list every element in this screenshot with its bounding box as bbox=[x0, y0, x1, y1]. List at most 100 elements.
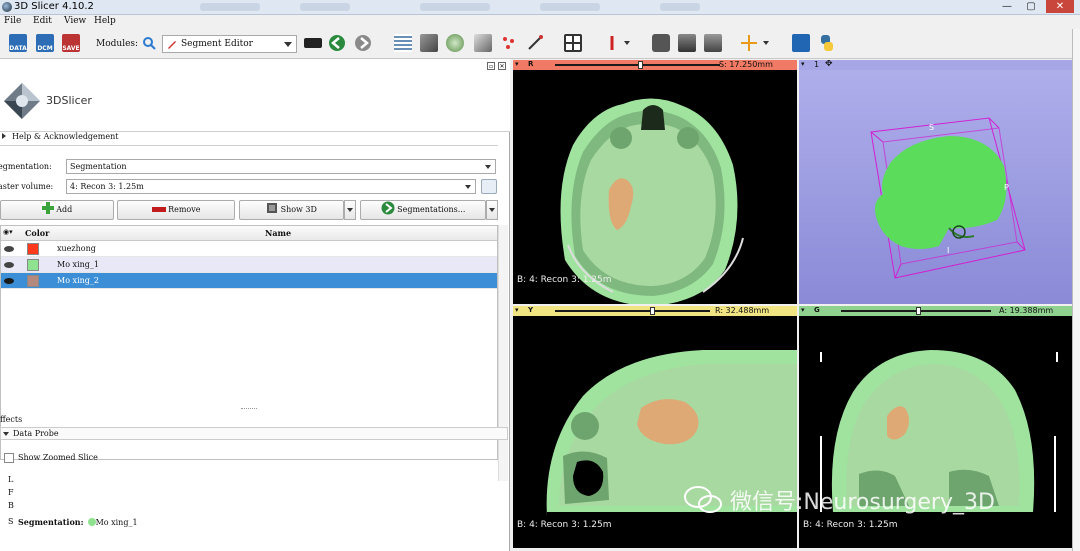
segment-color-swatch[interactable] bbox=[27, 243, 39, 255]
red-slice-controller: ▾ R S: 17.250mm bbox=[513, 60, 797, 70]
menu-bar: File Edit View Help bbox=[0, 15, 1080, 29]
save-icon[interactable]: SAVE bbox=[62, 34, 80, 52]
axis-s-label: S bbox=[929, 123, 934, 132]
red-slider-thumb[interactable] bbox=[638, 61, 643, 69]
modules-dropdown-value: Segment Editor bbox=[181, 39, 253, 49]
yellow-slice-slider[interactable] bbox=[555, 310, 710, 312]
3d-model-render: S P I bbox=[870, 117, 1026, 279]
forward-arrow-icon[interactable] bbox=[354, 34, 372, 52]
segmentations-dropdown[interactable] bbox=[486, 200, 498, 220]
menu-file[interactable]: File bbox=[4, 16, 21, 26]
add-segment-button[interactable]: Add bbox=[0, 200, 114, 220]
models-icon[interactable] bbox=[474, 34, 492, 52]
segmentations-button[interactable]: Segmentations... bbox=[360, 200, 486, 220]
scene-view-icon[interactable] bbox=[678, 34, 696, 52]
name-column-header[interactable]: Name bbox=[265, 228, 291, 238]
layout-icon[interactable] bbox=[564, 34, 582, 52]
logo-area: 3DSlicer ▫ ✕ bbox=[0, 59, 510, 131]
back-arrow-icon[interactable] bbox=[328, 34, 346, 52]
axis-p-label: P bbox=[1004, 183, 1009, 192]
segment-name[interactable]: Mo xing_1 bbox=[57, 260, 99, 269]
menu-help[interactable]: Help bbox=[94, 16, 116, 26]
menu-view[interactable]: View bbox=[64, 16, 86, 26]
data-icon[interactable]: DATA bbox=[9, 34, 27, 52]
center-view-icon[interactable]: ✥ bbox=[825, 60, 833, 69]
transform-icon[interactable] bbox=[526, 34, 544, 52]
table-header: ◉▾ Color Name bbox=[1, 226, 497, 241]
window-title: 3D Slicer 4.10.2 bbox=[14, 1, 94, 12]
segmentation-dropdown-value: Segmentation bbox=[70, 162, 127, 171]
dcm-icon[interactable]: DCM bbox=[36, 34, 54, 52]
table-row-selected[interactable]: Mo xing_2 bbox=[1, 273, 497, 289]
segment-color-swatch[interactable] bbox=[27, 275, 39, 287]
list-icon[interactable] bbox=[394, 34, 412, 52]
screenshot-icon[interactable] bbox=[652, 34, 670, 52]
remove-segment-label: Remove bbox=[168, 205, 201, 214]
modules-dropdown[interactable]: Segment Editor bbox=[162, 35, 297, 53]
yellow-slider-thumb[interactable] bbox=[650, 307, 655, 315]
background-tab bbox=[660, 3, 700, 11]
background-tab bbox=[540, 3, 600, 11]
eye-icon[interactable] bbox=[4, 246, 14, 252]
axial-slice-image bbox=[560, 98, 744, 304]
vertical-scrollbar[interactable] bbox=[498, 225, 508, 481]
remove-segment-button[interactable]: Remove bbox=[117, 200, 235, 220]
module-history-icon[interactable] bbox=[304, 38, 322, 48]
visibility-header-icon[interactable]: ◉▾ bbox=[3, 228, 13, 236]
close-button[interactable]: ✕ bbox=[1046, 0, 1074, 13]
segment-editor-icon bbox=[168, 41, 176, 49]
pin-icon[interactable]: ▾ bbox=[515, 60, 519, 68]
pin-icon[interactable]: ▾ bbox=[801, 60, 805, 68]
segment-name[interactable]: Mo xing_2 bbox=[57, 276, 99, 285]
logo-text: 3DSlicer bbox=[46, 94, 92, 107]
crosshair-mode-icon[interactable] bbox=[604, 34, 630, 52]
brain-icon[interactable] bbox=[446, 34, 464, 52]
help-section[interactable]: Help & Acknowledgement bbox=[0, 131, 510, 143]
minimize-button[interactable]: — bbox=[996, 0, 1018, 13]
data-probe-section[interactable]: Data Probe bbox=[0, 427, 508, 440]
segment-name[interactable]: xuezhong bbox=[57, 244, 96, 253]
green-view-info: B: 4: Recon 3: 1.25m bbox=[803, 520, 898, 530]
crosshair-icon[interactable] bbox=[740, 34, 770, 52]
geometry-settings-icon[interactable] bbox=[481, 179, 497, 194]
segmentation-label: egmentation: bbox=[0, 162, 52, 171]
segment-color-dot bbox=[87, 518, 96, 526]
show-3d-button[interactable]: Show 3D bbox=[239, 200, 344, 220]
3d-view[interactable]: ▾ 1 ✥ S P I bbox=[799, 60, 1072, 304]
python-console-icon[interactable] bbox=[818, 34, 836, 52]
divider bbox=[0, 145, 498, 146]
markups-icon[interactable] bbox=[500, 34, 518, 52]
slicer-logo-icon bbox=[4, 83, 40, 119]
menu-edit[interactable]: Edit bbox=[33, 16, 52, 26]
segmentation-dropdown[interactable]: Segmentation bbox=[66, 159, 496, 174]
dcm-icon-label: DCM bbox=[37, 45, 53, 52]
panel-close-button[interactable]: ✕ bbox=[498, 62, 506, 70]
pin-icon[interactable]: ▾ bbox=[515, 306, 519, 314]
probe-F-label: F bbox=[8, 488, 14, 497]
module-panel: 3DSlicer ▫ ✕ Help & Acknowledgement egme… bbox=[0, 59, 510, 551]
splitter-handle[interactable] bbox=[241, 408, 257, 410]
table-row[interactable]: xuezhong bbox=[1, 241, 497, 257]
panel-float-button[interactable]: ▫ bbox=[487, 62, 495, 70]
3d-view-letter: 1 bbox=[814, 60, 820, 69]
module-search-icon[interactable] bbox=[142, 36, 156, 50]
eye-icon[interactable] bbox=[4, 278, 14, 284]
maximize-button[interactable]: ▢ bbox=[1020, 0, 1042, 13]
pin-icon[interactable]: ▾ bbox=[801, 306, 805, 314]
yellow-slice-controller: ▾ Y R: 32.488mm bbox=[513, 306, 797, 316]
scene-view-delete-icon[interactable] bbox=[704, 34, 722, 52]
volume-icon[interactable] bbox=[420, 34, 438, 52]
master-volume-dropdown[interactable]: 4: Recon 3: 1.25m bbox=[66, 179, 476, 194]
table-row[interactable]: Mo xing_1 bbox=[1, 257, 497, 273]
segment-color-swatch[interactable] bbox=[27, 259, 39, 271]
yellow-slice-offset: R: 32.488mm bbox=[715, 306, 770, 315]
red-slice-view[interactable]: ▾ R S: 17.250mm B: 4: Recon 3: 1.25m bbox=[513, 60, 797, 304]
show-3d-dropdown[interactable] bbox=[344, 200, 356, 220]
extension-manager-icon[interactable] bbox=[792, 34, 810, 52]
show-zoomed-slice-checkbox[interactable] bbox=[4, 453, 14, 463]
green-slider-thumb[interactable] bbox=[916, 307, 921, 315]
eye-icon[interactable] bbox=[4, 262, 14, 268]
add-segment-label: Add bbox=[56, 205, 73, 214]
3d-view-controller: ▾ 1 ✥ bbox=[799, 60, 1072, 70]
color-column-header[interactable]: Color bbox=[25, 228, 49, 238]
